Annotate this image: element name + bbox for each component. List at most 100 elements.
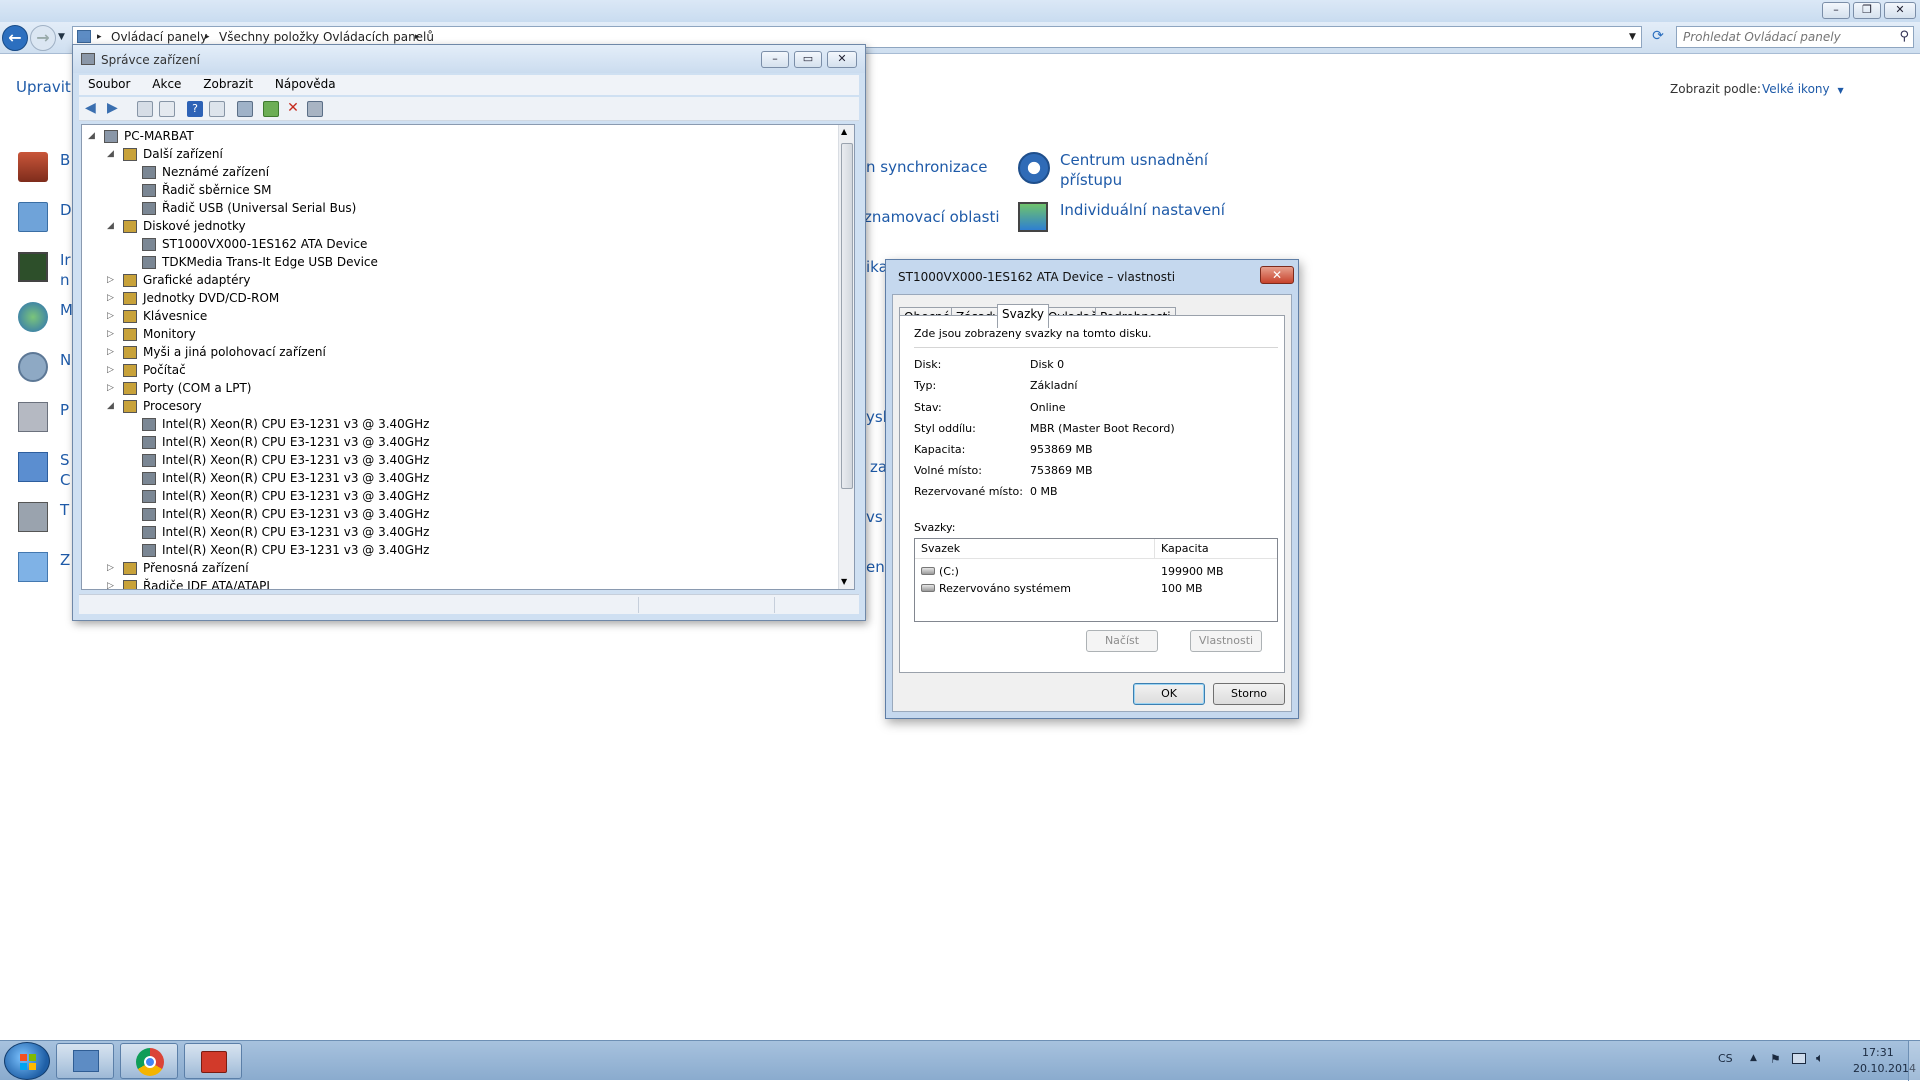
address-dropdown-icon[interactable]: ▼ — [1629, 27, 1636, 47]
menu-action[interactable]: Akce — [143, 75, 190, 91]
volume-row[interactable]: (C:) 199900 MB — [915, 563, 1277, 580]
recent-pages-chevron-icon[interactable]: ▼ — [58, 32, 65, 42]
tree-node-label: Počítač — [143, 363, 186, 377]
device-icon — [123, 400, 137, 413]
tree-node-label: Řadič USB (Universal Serial Bus) — [162, 201, 357, 215]
tree-node-label: Porty (COM a LPT) — [143, 381, 252, 395]
disk-properties-dialog: ST1000VX000-1ES162 ATA Device – vlastnos… — [885, 259, 1299, 719]
expand-arrow-icon[interactable]: ▷ — [107, 343, 119, 361]
language-indicator[interactable]: CS — [1718, 1052, 1733, 1065]
collapse-arrow-icon[interactable]: ◢ — [107, 217, 119, 235]
search-icon[interactable]: ⚲ — [1899, 29, 1909, 44]
scan-hardware-icon[interactable] — [237, 101, 253, 117]
cancel-button[interactable]: Storno — [1213, 683, 1285, 705]
device-icon — [142, 238, 156, 251]
forward-arrow-icon[interactable]: ▶ — [107, 101, 123, 117]
volumes-list[interactable]: Svazek Kapacita (C:) 199900 MB Rezervová… — [914, 538, 1278, 622]
control-panel-icon — [77, 30, 91, 43]
ok-button[interactable]: OK — [1133, 683, 1205, 705]
expand-arrow-icon[interactable]: ▷ — [107, 325, 119, 343]
free-space-label: Volné místo: — [914, 464, 982, 477]
tree-node-label: Procesory — [143, 399, 202, 413]
scroll-thumb[interactable] — [841, 143, 853, 489]
restore-button[interactable]: ❐ — [1853, 2, 1881, 19]
minimize-button[interactable]: – — [1822, 2, 1850, 19]
tree-node-label: Intel(R) Xeon(R) CPU E3-1231 v3 @ 3.40GH… — [162, 453, 430, 467]
reserved-space-label: Rezervované místo: — [914, 485, 1023, 498]
close-button[interactable]: ✕ — [827, 51, 857, 68]
menu-help[interactable]: Nápověda — [266, 75, 345, 91]
expand-arrow-icon[interactable]: ▷ — [107, 577, 119, 589]
cp-item-notification-fragment[interactable]: znamovací oblasti — [864, 208, 1000, 226]
device-icon — [123, 274, 137, 287]
collapse-arrow-icon[interactable]: ◢ — [107, 397, 119, 415]
search-box[interactable]: ⚲ — [1676, 26, 1914, 48]
forward-button[interactable]: → — [30, 25, 56, 51]
properties-icon[interactable] — [159, 101, 175, 117]
tab-volumes[interactable]: Svazky — [997, 304, 1049, 328]
scroll-up-icon[interactable]: ▲ — [841, 127, 847, 136]
personalization-icon — [1018, 202, 1048, 232]
scroll-down-icon[interactable]: ▼ — [841, 577, 847, 586]
uninstall-icon[interactable]: ✕ — [285, 101, 301, 117]
vertical-scrollbar[interactable]: ▲ ▼ — [838, 125, 854, 589]
action-center-flag-icon[interactable]: ⚑ — [1770, 1052, 1781, 1066]
column-header-capacity[interactable]: Kapacita — [1155, 539, 1277, 559]
reserved-space-value: 0 MB — [1030, 485, 1058, 498]
status-label: Stav: — [914, 401, 942, 414]
refresh-icon[interactable]: ⟳ — [1648, 28, 1668, 48]
close-button[interactable]: ✕ — [1260, 266, 1294, 284]
menu-file[interactable]: Soubor — [79, 75, 139, 91]
load-button[interactable]: Načíst — [1086, 630, 1158, 652]
collapse-arrow-icon[interactable]: ◢ — [107, 145, 119, 163]
network-icon[interactable] — [1792, 1053, 1806, 1064]
volume-speaker-icon[interactable]: 🔈︎ — [1816, 1051, 1824, 1066]
expand-arrow-icon[interactable]: ▷ — [107, 271, 119, 289]
tree-node-label: PC-MARBAT — [124, 129, 194, 143]
taskbar-chrome-button[interactable] — [120, 1043, 178, 1079]
tree-node-label: Neznámé zařízení — [162, 165, 270, 179]
chrome-icon — [136, 1048, 164, 1076]
taskbar-toolbox-button[interactable] — [184, 1043, 242, 1079]
view-icon[interactable] — [209, 101, 225, 117]
back-button[interactable]: ← — [2, 25, 28, 51]
view-by-dropdown[interactable]: Velké ikony ▼ — [1762, 82, 1844, 96]
device-manager-title-bar[interactable]: Správce zařízení – ▭ ✕ — [73, 45, 865, 73]
device-icon — [142, 166, 156, 179]
back-arrow-icon[interactable]: ◀ — [85, 101, 101, 117]
volume-row[interactable]: Rezervováno systémem 100 MB — [915, 580, 1277, 597]
update-driver-icon[interactable] — [263, 101, 279, 117]
device-icon — [142, 256, 156, 269]
disable-device-icon[interactable] — [307, 101, 323, 117]
expand-arrow-icon[interactable]: ▷ — [107, 307, 119, 325]
volume-properties-button[interactable]: Vlastnosti — [1190, 630, 1262, 652]
taskbar-control-panel-button[interactable] — [56, 1043, 114, 1079]
close-button[interactable]: ✕ — [1884, 2, 1916, 19]
show-hidden-icons-icon[interactable]: ▲ — [1750, 1053, 1757, 1063]
free-space-value: 753869 MB — [1030, 464, 1093, 477]
start-button[interactable] — [4, 1042, 50, 1080]
device-tree[interactable]: ◢ PC-MARBAT ◢ Další zařízení Neznámé zařízen… — [81, 124, 855, 590]
minimize-button[interactable]: – — [761, 51, 789, 68]
status-value: Online — [1030, 401, 1066, 414]
device-icon — [142, 184, 156, 197]
tree-node-label: Intel(R) Xeon(R) CPU E3-1231 v3 @ 3.40GH… — [162, 435, 430, 449]
collapse-arrow-icon[interactable]: ◢ — [88, 127, 100, 145]
firewall-icon — [18, 152, 48, 182]
dialog-title: ST1000VX000-1ES162 ATA Device – vlastnos… — [898, 270, 1176, 284]
expand-arrow-icon[interactable]: ▷ — [107, 289, 119, 307]
expand-arrow-icon[interactable]: ▷ — [107, 559, 119, 577]
cp-item-sync-fragment[interactable]: n synchronizace — [866, 158, 987, 176]
menu-view[interactable]: Zobrazit — [194, 75, 262, 91]
help-icon[interactable]: ? — [187, 101, 203, 117]
search-input[interactable] — [1677, 27, 1887, 47]
column-header-volume[interactable]: Svazek — [915, 539, 1155, 559]
expand-arrow-icon[interactable]: ▷ — [107, 361, 119, 379]
maximize-button[interactable]: ▭ — [794, 51, 822, 68]
taskbar: CS ▲ ⚑ 🔈︎ 17:31 20.10.2014 — [0, 1040, 1920, 1081]
show-hide-tree-icon[interactable] — [137, 101, 153, 117]
edit-link[interactable]: Upravit — [16, 78, 71, 96]
show-desktop-button[interactable] — [1908, 1041, 1920, 1081]
expand-arrow-icon[interactable]: ▷ — [107, 379, 119, 397]
tree-node-label: Intel(R) Xeon(R) CPU E3-1231 v3 @ 3.40GH… — [162, 507, 430, 521]
